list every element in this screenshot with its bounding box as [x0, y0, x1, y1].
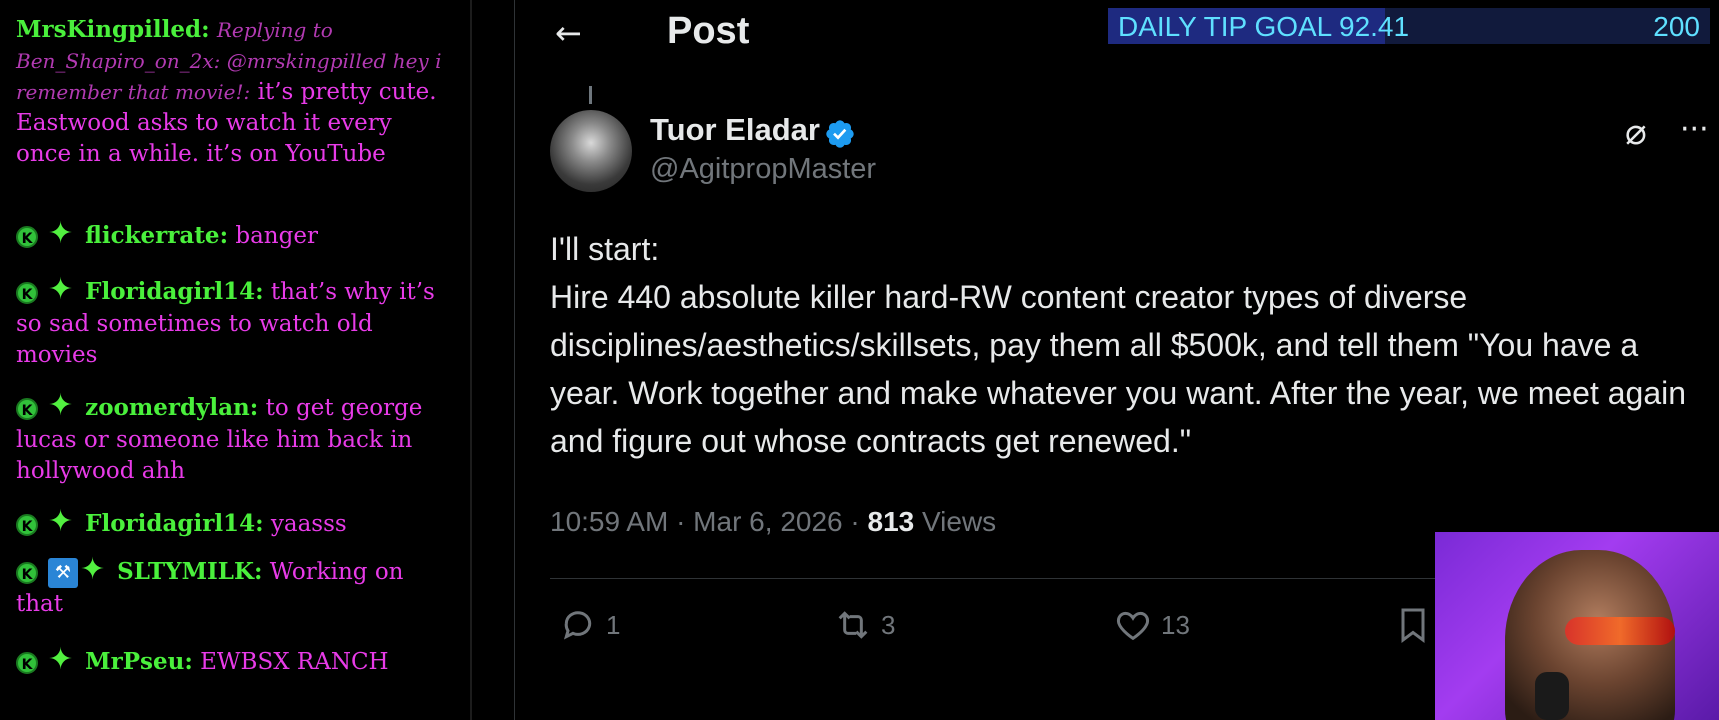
moderator-hammer-icon: ⚒ [48, 558, 78, 588]
chat-message: K ⚒ ✦ SLTYMILK: Working on that [16, 551, 446, 620]
sparkle-badge-icon: ✦ [48, 271, 74, 307]
like-button[interactable]: 13 [1113, 605, 1190, 645]
kick-badge-icon: K [16, 514, 38, 536]
kick-badge-icon: K [16, 652, 38, 674]
chat-username: zoomerdylan: [85, 394, 259, 421]
kick-badge-icon: K [16, 282, 38, 304]
chat-message: K ✦ MrPseu: EWBSX RANCH [16, 641, 446, 679]
post-meta: 10:59 AM · Mar 6, 2026 · 813 Views [550, 506, 996, 538]
microphone [1535, 672, 1569, 720]
views-label: Views [914, 506, 997, 537]
page-title: Post [667, 10, 750, 52]
tip-goal-target: 200 [1653, 11, 1700, 42]
chat-panel: MrsKingpilled: Replying to Ben_Shapiro_o… [0, 0, 455, 720]
author-name[interactable]: Tuor Eladar [650, 112, 820, 148]
sparkle-badge-icon: ✦ [48, 387, 74, 423]
post-timestamp[interactable]: 10:59 AM · Mar 6, 2026 · [550, 506, 868, 537]
bookmark-button[interactable] [1393, 605, 1433, 645]
repost-icon [838, 611, 868, 639]
reply-button[interactable]: 1 [558, 605, 620, 645]
sparkle-badge-icon: ✦ [48, 215, 74, 251]
panel-divider [470, 0, 472, 720]
webcam-overlay [1435, 532, 1719, 720]
chat-message: K ✦ flickerrate: banger [16, 215, 446, 253]
repost-count: 3 [881, 609, 896, 640]
verified-badge-icon [826, 120, 854, 148]
kick-badge-icon: K [16, 562, 38, 584]
chat-username: Floridagirl14: [85, 510, 264, 537]
post-line: Hire 440 absolute killer hard-RW content… [550, 279, 1687, 459]
repost-button[interactable]: 3 [833, 605, 895, 645]
bookmark-icon [1401, 608, 1425, 643]
chat-message: K ✦ zoomerdylan: to get george lucas or so… [16, 387, 446, 487]
chat-message: K ✦ Floridagirl14: yaasss [16, 503, 446, 541]
chat-username: SLTYMILK: [117, 558, 263, 585]
kick-badge-icon: K [16, 226, 38, 248]
sparkle-badge-icon: ✦ [48, 503, 74, 539]
sparkle-badge-icon: ✦ [48, 641, 74, 677]
chat-username: MrsKingpilled: [16, 16, 210, 43]
heart-icon [1116, 611, 1150, 641]
chat-message: MrsKingpilled: Replying to Ben_Shapiro_o… [16, 14, 446, 170]
post-line: I'll start: [550, 231, 660, 267]
more-options-icon[interactable]: ··· [1680, 112, 1709, 147]
post-body: I'll start: Hire 440 absolute killer har… [550, 225, 1700, 465]
chat-username: flickerrate: [85, 222, 229, 249]
sparkle-badge-icon: ✦ [80, 551, 106, 587]
kick-badge-icon: K [16, 398, 38, 420]
arrow-left-icon[interactable]: ← [555, 14, 582, 52]
tip-goal-bar: DAILY TIP GOAL 92.41 200 [1108, 8, 1710, 44]
chat-username: MrPseu: [85, 648, 193, 675]
avatar[interactable] [550, 110, 632, 192]
tip-goal-label: DAILY TIP GOAL 92.41 [1118, 11, 1410, 42]
views-count: 813 [867, 506, 915, 537]
author-handle[interactable]: @AgitpropMaster [650, 153, 876, 186]
thread-connector [589, 86, 592, 104]
reply-count: 1 [606, 609, 621, 640]
grok-icon[interactable]: ⌀ [1625, 112, 1647, 153]
chat-username: Floridagirl14: [85, 278, 264, 305]
chat-text: EWBSX RANCH [200, 649, 389, 675]
sunglasses [1565, 617, 1675, 645]
like-count: 13 [1161, 609, 1190, 640]
chat-message: K ✦ Floridagirl14: that’s why it’s so sad … [16, 271, 446, 371]
chat-text: yaasss [270, 511, 347, 537]
reply-icon [563, 611, 592, 640]
chat-text: banger [235, 223, 318, 249]
